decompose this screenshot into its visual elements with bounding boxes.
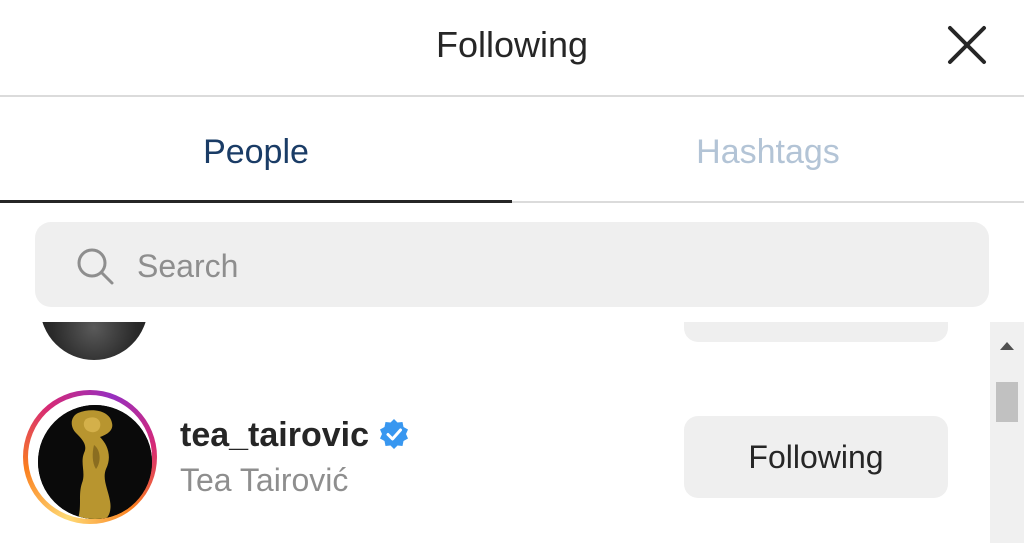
full-name: Tea Tairović <box>180 462 349 498</box>
avatar[interactable] <box>40 322 148 360</box>
following-button[interactable]: Following <box>684 416 948 498</box>
scroll-up-arrow-icon[interactable] <box>990 330 1024 364</box>
tab-people[interactable]: People <box>0 97 512 203</box>
scrollbar-thumb[interactable] <box>996 382 1018 422</box>
verified-badge-icon <box>380 419 408 449</box>
avatar[interactable] <box>38 405 152 519</box>
following-button[interactable] <box>684 322 948 342</box>
tab-bar: People Hashtags <box>0 97 1024 203</box>
search-icon <box>77 248 114 285</box>
scrollbar[interactable] <box>990 322 1024 543</box>
dialog-header: Following <box>0 0 1024 97</box>
tab-hashtags[interactable]: Hashtags <box>512 97 1024 203</box>
username[interactable]: tea_tairovic <box>180 416 369 455</box>
close-button[interactable] <box>944 22 990 68</box>
search-input[interactable] <box>135 242 959 290</box>
story-ring[interactable] <box>23 390 157 524</box>
following-list: tea_tairovic Tea Tairović Following <box>0 322 990 543</box>
close-icon <box>948 26 986 64</box>
list-item: tea_tairovic Tea Tairović Following <box>0 390 990 525</box>
avatar-image <box>38 405 152 519</box>
dialog-title: Following <box>435 24 589 65</box>
search-box[interactable] <box>35 222 989 307</box>
